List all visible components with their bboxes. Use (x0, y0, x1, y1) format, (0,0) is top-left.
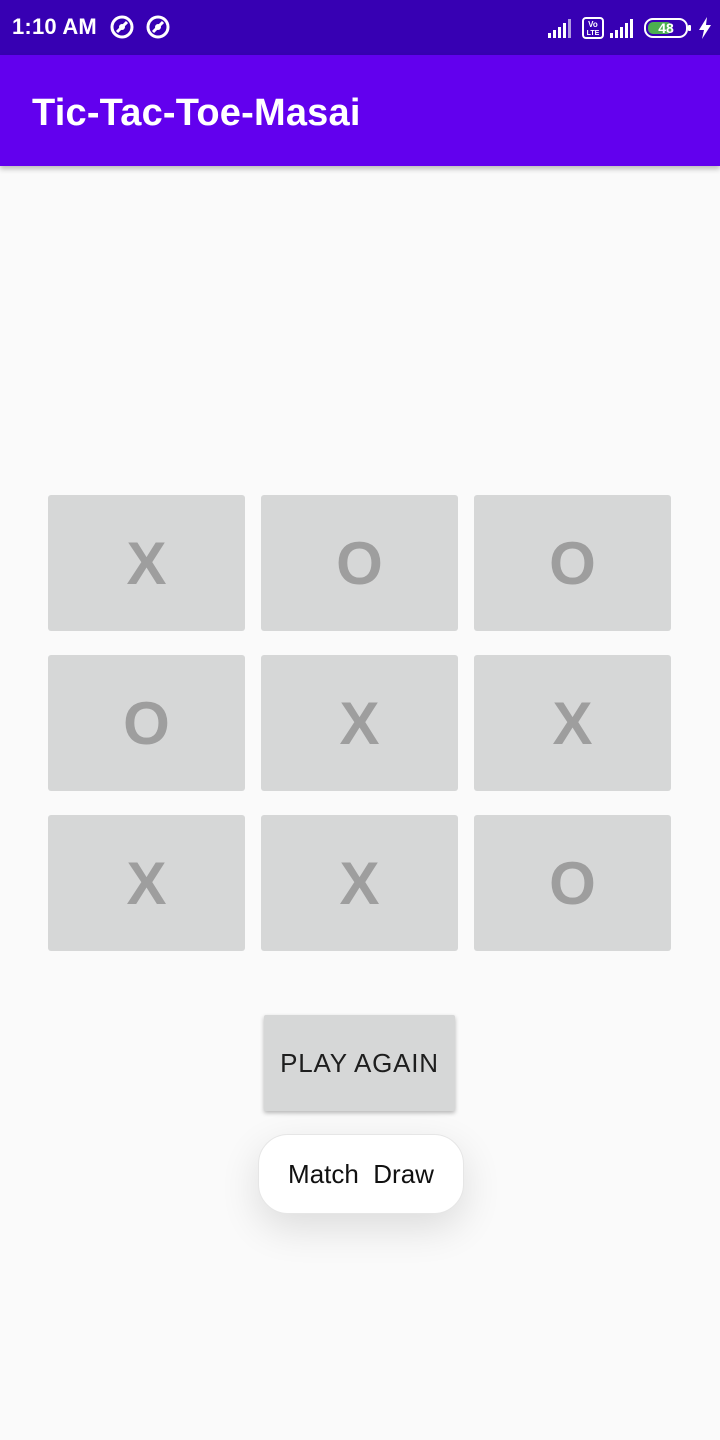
app-title: Tic-Tac-Toe-Masai (32, 92, 361, 134)
board-cell-1[interactable]: X (48, 495, 245, 631)
play-again-button[interactable]: PLAY AGAIN (264, 1015, 455, 1111)
board-cell-2[interactable]: O (261, 495, 458, 631)
notification-icon (146, 15, 170, 39)
signal-icon (548, 19, 571, 38)
status-icons: Vo LTE 48 (548, 14, 712, 42)
board-cell-4[interactable]: O (48, 655, 245, 791)
board-cell-3[interactable]: O (474, 495, 671, 631)
board-cell-6[interactable]: X (474, 655, 671, 791)
svg-text:Vo: Vo (588, 20, 598, 29)
board-cell-8[interactable]: X (261, 815, 458, 951)
notification-icon (110, 15, 134, 39)
svg-text:LTE: LTE (587, 30, 600, 37)
app-bar: Tic-Tac-Toe-Masai (0, 55, 720, 166)
signal-icon (610, 19, 633, 38)
status-bar: 1:10 AM Vo LTE 48 (0, 0, 720, 55)
board-cell-9[interactable]: O (474, 815, 671, 951)
battery-icon: 48 (644, 18, 692, 38)
charging-icon (699, 17, 711, 39)
board-cell-7[interactable]: X (48, 815, 245, 951)
battery-level: 48 (658, 20, 674, 36)
status-time: 1:10 AM (12, 14, 97, 39)
match-result-toast: Match Draw (258, 1134, 464, 1214)
volte-icon: Vo LTE (582, 17, 604, 39)
board-cell-5[interactable]: X (261, 655, 458, 791)
